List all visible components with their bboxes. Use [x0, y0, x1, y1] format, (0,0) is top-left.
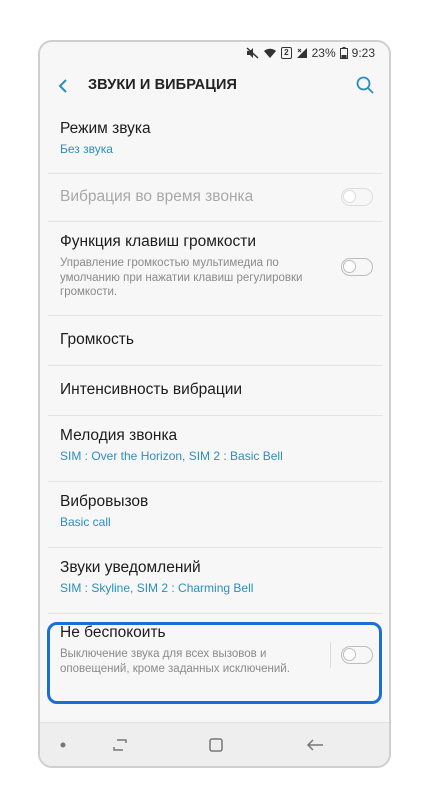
- setting-value: Basic call: [60, 515, 111, 529]
- page-title: ЗВУКИ И ВИБРАЦИЯ: [88, 77, 237, 93]
- setting-vibration-pattern[interactable]: Вибровызов Basic call: [48, 482, 383, 548]
- setting-value: SIM : Skyline, SIM 2 : Charming Bell: [60, 581, 254, 595]
- setting-title: Звуки уведомлений: [60, 559, 201, 576]
- setting-vibration-intensity[interactable]: Интенсивность вибрации: [48, 366, 383, 416]
- setting-description: Управление громкостью мультимедиа по умо…: [60, 257, 303, 298]
- search-icon[interactable]: [355, 75, 375, 95]
- vibrate-while-ringing-toggle[interactable]: [341, 188, 373, 206]
- toggle-knob: [343, 260, 356, 273]
- recent-apps-icon[interactable]: [110, 735, 130, 755]
- setting-notification-sounds[interactable]: Звуки уведомлений SIM : Skyline, SIM 2 :…: [48, 548, 383, 614]
- setting-volume[interactable]: Громкость: [48, 316, 383, 366]
- setting-title: Режим звука: [60, 120, 151, 137]
- setting-vibrate-while-ringing[interactable]: Вибрация во время звонка: [48, 174, 383, 222]
- battery-percent: 23%: [311, 46, 336, 60]
- setting-title: Мелодия звонка: [60, 427, 178, 444]
- dot-icon[interactable]: [58, 735, 68, 755]
- setting-value: SIM : Over the Horizon, SIM 2 : Basic Be…: [60, 449, 283, 463]
- wifi-icon: [264, 48, 277, 58]
- toggle-knob: [343, 190, 356, 203]
- navigation-bar: [40, 722, 389, 766]
- setting-title: Интенсивность вибрации: [60, 381, 243, 398]
- phone-screen: 2 23% 9:23 ЗВУКИ И ВИБРАЦИЯ Режим звука …: [38, 40, 391, 768]
- battery-icon: [339, 47, 348, 59]
- divider: [330, 642, 331, 668]
- setting-value: Без звука: [60, 142, 113, 156]
- setting-title: Вибрация во время звонка: [60, 188, 254, 205]
- toggle-knob: [343, 648, 356, 661]
- do-not-disturb-toggle[interactable]: [341, 646, 373, 664]
- setting-title: Не беспокоить: [60, 624, 166, 641]
- sim-indicator: 2: [281, 47, 292, 59]
- settings-list: Режим звука Без звука Вибрация во время …: [48, 114, 383, 696]
- app-header: ЗВУКИ И ВИБРАЦИЯ: [40, 64, 389, 108]
- back-icon[interactable]: [304, 735, 326, 755]
- volume-keys-toggle[interactable]: [341, 258, 373, 276]
- setting-do-not-disturb[interactable]: Не беспокоить Выключение звука для всех …: [48, 614, 383, 696]
- status-bar: 2 23% 9:23: [40, 42, 389, 64]
- setting-title: Функция клавиш громкости: [60, 233, 256, 250]
- setting-title: Вибровызов: [60, 493, 149, 510]
- setting-volume-keys[interactable]: Функция клавиш громкости Управление гром…: [48, 222, 383, 316]
- setting-title: Громкость: [60, 331, 134, 348]
- mute-icon: [246, 47, 259, 59]
- signal-icon: [296, 48, 307, 58]
- setting-sound-mode[interactable]: Режим звука Без звука: [48, 114, 383, 174]
- setting-description: Выключение звука для всех вызовов и опов…: [60, 648, 290, 675]
- chevron-left-icon[interactable]: [54, 76, 74, 96]
- setting-ringtone[interactable]: Мелодия звонка SIM : Over the Horizon, S…: [48, 416, 383, 482]
- clock: 9:23: [351, 46, 375, 60]
- home-icon[interactable]: [206, 735, 226, 755]
